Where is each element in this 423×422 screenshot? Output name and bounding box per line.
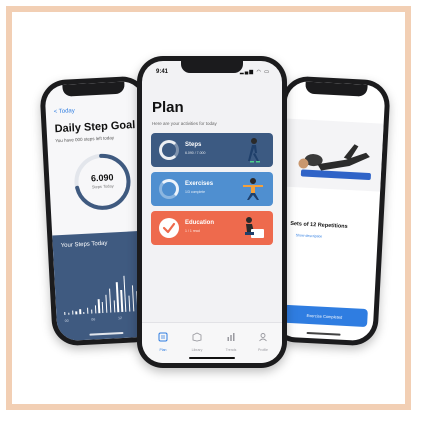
home-indicator[interactable] [89, 331, 124, 336]
step-bar [113, 300, 116, 313]
tab-label: Plan [159, 348, 167, 352]
tab-library[interactable]: Library [182, 329, 212, 352]
step-bar [94, 305, 97, 314]
reading-person-icon [245, 217, 264, 238]
step-bar [64, 311, 66, 316]
card-title: Steps [185, 142, 202, 148]
axis-tick-label: 06 [91, 317, 96, 322]
tab-profile[interactable]: Profile [248, 329, 278, 352]
phone-right: Sets of 12 Repetitions Show description … [269, 75, 391, 347]
step-goal-subtitle: You have 000 steps left today [55, 135, 115, 144]
axis-tick-label: 12 [117, 316, 123, 321]
card-detail: 1/3 complete [185, 190, 206, 194]
card-title: Exercises [185, 181, 214, 187]
phone-notch [181, 61, 243, 73]
steps-panel-title: Your Steps Today [60, 240, 108, 250]
steps-bar-chart [62, 271, 148, 316]
plan-title: Plan [152, 99, 184, 116]
home-indicator[interactable] [189, 356, 235, 359]
step-bar [68, 312, 70, 315]
plan-subtitle: Here are your activities for today [152, 121, 217, 126]
step-bar [108, 288, 112, 313]
step-bar [97, 299, 101, 314]
step-bar [128, 295, 131, 312]
exercise-completed-button[interactable]: Exercise Completed [281, 304, 368, 328]
library-icon [192, 332, 202, 342]
profile-icon [259, 333, 267, 342]
steps-card[interactable]: Steps 6.090 / 7.000 [151, 133, 273, 167]
tab-label: Trends [225, 348, 237, 352]
plan-icon [158, 332, 168, 342]
card-title: Education [185, 220, 215, 226]
step-bar [86, 307, 89, 314]
status-icons: ▂▄▆ ◠ ▭ [239, 69, 270, 75]
exercises-card[interactable]: Exercises 1/3 complete [151, 172, 273, 206]
trends-icon [227, 333, 235, 341]
step-bar [90, 309, 93, 314]
step-bar [105, 294, 108, 313]
education-card[interactable]: Education 1 / 1 read [151, 211, 273, 245]
exercise-photo [282, 118, 384, 192]
step-bar [75, 311, 78, 315]
exercise-screen: Sets of 12 Repetitions Show description … [274, 80, 386, 342]
home-indicator[interactable] [306, 331, 341, 336]
phone-notch [305, 81, 368, 97]
card-detail: 1 / 1 read [185, 229, 200, 233]
step-bar [120, 289, 123, 313]
show-description-link[interactable]: Show description [296, 233, 323, 238]
tab-label: Profile [258, 348, 268, 352]
card-detail: 6.090 / 7.000 [185, 151, 206, 155]
exercises-progress-icon [159, 179, 179, 199]
tab-label: Library [191, 348, 203, 352]
axis-tick-label: 00 [64, 318, 69, 323]
phone-notch [62, 81, 125, 97]
step-bar [116, 282, 120, 313]
step-bar [83, 311, 85, 315]
tab-bar: Plan Library Trends Profile [142, 322, 282, 363]
exercising-person-icon [243, 178, 263, 200]
step-bar [79, 309, 81, 315]
status-time: 9:41 [156, 69, 169, 75]
education-check-icon [159, 218, 179, 238]
tab-trends[interactable]: Trends [216, 329, 246, 352]
walking-person-icon [248, 138, 260, 163]
step-progress-ring: 6.090 Steps Today [70, 149, 135, 214]
back-link[interactable]: < Today [54, 108, 75, 115]
exercise-person-icon [298, 144, 371, 180]
step-bar [131, 285, 135, 312]
tab-plan[interactable]: Plan [148, 329, 178, 352]
step-bar [123, 275, 127, 312]
plan-screen: 9:41 ▂▄▆ ◠ ▭ Plan Here are your activiti… [142, 61, 282, 363]
step-bar [101, 301, 104, 314]
steps-progress-icon [159, 140, 179, 160]
step-goal-title: Daily Step Goal [54, 119, 136, 136]
repetitions-title: Sets of 12 Repetitions [290, 220, 348, 230]
step-bar [71, 310, 74, 315]
phone-center: 9:41 ▂▄▆ ◠ ▭ Plan Here are your activiti… [137, 56, 287, 368]
